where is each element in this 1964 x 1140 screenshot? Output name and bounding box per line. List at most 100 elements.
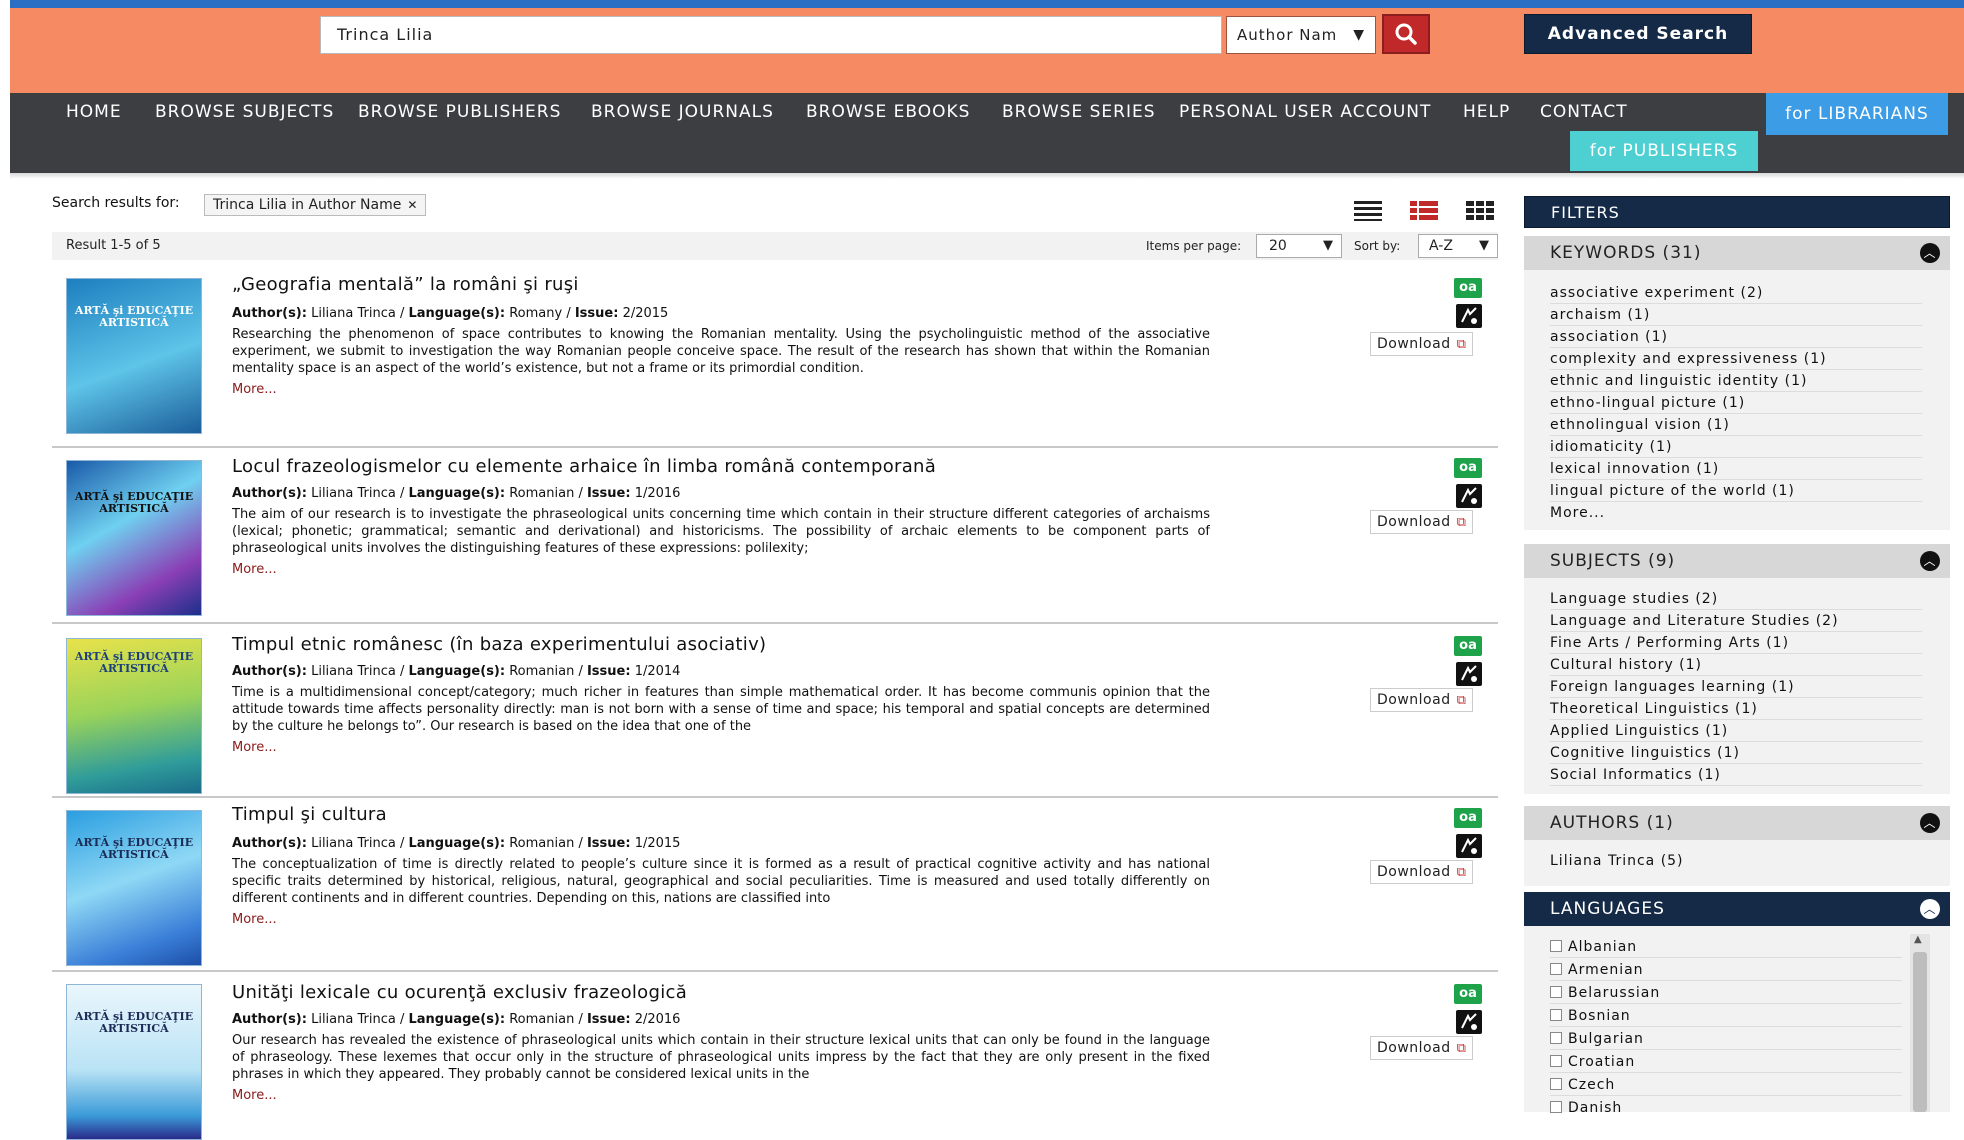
pdf-link-icon[interactable] [1456, 484, 1482, 508]
pdf-link-icon[interactable] [1456, 1010, 1482, 1034]
for-librarians-button[interactable]: for LIBRARIANS [1766, 93, 1948, 135]
more-link[interactable]: More... [232, 740, 277, 755]
keyword-facet[interactable]: ethnolingual vision (1) [1550, 414, 1922, 436]
nav-browse-subjects[interactable]: BROWSE SUBJECTS [155, 93, 334, 131]
collapse-icon[interactable]: ︿ [1920, 551, 1940, 571]
languages-panel-header[interactable]: LANGUAGES ︿ [1524, 892, 1950, 926]
for-publishers-button[interactable]: for PUBLISHERS [1570, 131, 1758, 171]
nav-personal-user-account[interactable]: PERSONAL USER ACCOUNT [1179, 93, 1431, 131]
nav-browse-ebooks[interactable]: BROWSE EBOOKS [806, 93, 970, 131]
keyword-facet[interactable]: archaism (1) [1550, 304, 1922, 326]
journal-cover-image[interactable]: ARTĂ şi EDUCAŢIE ARTISTICĂ [66, 810, 202, 966]
author-facet[interactable]: Liliana Trinca (5) [1550, 850, 1922, 872]
download-button[interactable]: Download ⧉ [1370, 860, 1474, 884]
subject-facet[interactable]: Language studies (2) [1550, 588, 1922, 610]
issue-value[interactable]: 1/2015 [635, 836, 681, 851]
grid-view-icon[interactable] [1464, 198, 1496, 226]
detail-view-icon[interactable] [1408, 198, 1440, 226]
keyword-facet[interactable]: lingual picture of the world (1) [1550, 480, 1922, 502]
keyword-facet[interactable]: association (1) [1550, 326, 1922, 348]
download-button[interactable]: Download ⧉ [1370, 688, 1474, 712]
pdf-link-icon[interactable] [1456, 304, 1482, 328]
search-type-select[interactable]: Author Nam ▼ [1226, 16, 1376, 54]
checkbox[interactable] [1550, 1101, 1562, 1113]
result-title[interactable]: Locul frazeologismelor cu elemente arhai… [232, 456, 936, 477]
author-link[interactable]: Liliana Trinca [311, 836, 396, 851]
search-button[interactable] [1382, 14, 1430, 54]
language-option[interactable]: Belarussian [1550, 982, 1902, 1004]
keyword-facet[interactable]: idiomaticity (1) [1550, 436, 1922, 458]
result-title[interactable]: Timpul şi cultura [232, 804, 387, 825]
language-option[interactable]: Albanian [1550, 936, 1902, 958]
subjects-panel-header[interactable]: SUBJECTS (9) ︿ [1524, 544, 1950, 578]
search-input[interactable]: Trinca Lilia [320, 16, 1222, 54]
remove-filter-icon[interactable]: ✕ [407, 198, 417, 212]
subject-facet[interactable]: Language and Literature Studies (2) [1550, 610, 1922, 632]
languages-scrollbar[interactable]: ▲ [1910, 934, 1930, 1112]
nav-home[interactable]: HOME [66, 93, 122, 131]
checkbox[interactable] [1550, 1009, 1562, 1021]
active-filter-chip[interactable]: Trinca Lilia in Author Name ✕ [204, 194, 427, 216]
checkbox[interactable] [1550, 986, 1562, 998]
keyword-facet[interactable]: ethnic and linguistic identity (1) [1550, 370, 1922, 392]
subject-facet[interactable]: Social Informatics (1) [1550, 764, 1922, 786]
collapse-icon[interactable]: ︿ [1920, 813, 1940, 833]
download-button[interactable]: Download ⧉ [1370, 1036, 1474, 1060]
subject-facet[interactable]: Fine Arts / Performing Arts (1) [1550, 632, 1922, 654]
nav-contact[interactable]: CONTACT [1540, 93, 1628, 131]
journal-cover-image[interactable]: ARTĂ şi EDUCAŢIE ARTISTICĂ [66, 278, 202, 434]
language-option[interactable]: Bulgarian [1550, 1028, 1902, 1050]
language-option[interactable]: Bosnian [1550, 1005, 1902, 1027]
sort-by-select[interactable]: A-Z ▼ [1418, 234, 1498, 258]
journal-cover-image[interactable]: ARTĂ şi EDUCAŢIE ARTISTICĂ [66, 638, 202, 794]
collapse-icon[interactable]: ︿ [1920, 899, 1940, 919]
nav-browse-publishers[interactable]: BROWSE PUBLISHERS [358, 93, 561, 131]
checkbox[interactable] [1550, 1032, 1562, 1044]
keyword-facet[interactable]: complexity and expressiveness (1) [1550, 348, 1922, 370]
author-link[interactable]: Liliana Trinca [311, 306, 396, 321]
download-button[interactable]: Download ⧉ [1370, 510, 1474, 534]
subject-facet[interactable]: Foreign languages learning (1) [1550, 676, 1922, 698]
journal-cover-image[interactable]: ARTĂ şi EDUCAŢIE ARTISTICĂ [66, 984, 202, 1140]
more-link[interactable]: More... [232, 912, 277, 927]
journal-cover-image[interactable]: ARTĂ şi EDUCAŢIE ARTISTICĂ [66, 460, 202, 616]
language-option[interactable]: Croatian [1550, 1051, 1902, 1073]
advanced-search-button[interactable]: Advanced Search [1524, 14, 1752, 54]
nav-browse-series[interactable]: BROWSE SERIES [1002, 93, 1156, 131]
subject-facet[interactable]: Cultural history (1) [1550, 654, 1922, 676]
checkbox[interactable] [1550, 1055, 1562, 1067]
nav-help[interactable]: HELP [1463, 93, 1510, 131]
language-option[interactable]: Armenian [1550, 959, 1902, 981]
pdf-link-icon[interactable] [1456, 662, 1482, 686]
list-view-icon[interactable] [1352, 198, 1384, 226]
result-title[interactable]: Timpul etnic românesc (în baza experimen… [232, 634, 766, 655]
language-option[interactable]: Danish [1550, 1097, 1902, 1119]
issue-value[interactable]: 1/2016 [635, 486, 681, 501]
keyword-facet[interactable]: ethno-lingual picture (1) [1550, 392, 1922, 414]
scroll-up-icon[interactable]: ▲ [1914, 934, 1922, 945]
pdf-link-icon[interactable] [1456, 834, 1482, 858]
collapse-icon[interactable]: ︿ [1920, 243, 1940, 263]
items-per-page-select[interactable]: 20 ▼ [1256, 234, 1342, 258]
subject-facet[interactable]: Applied Linguistics (1) [1550, 720, 1922, 742]
scrollbar-thumb[interactable] [1913, 952, 1927, 1112]
subject-facet[interactable]: Theoretical Linguistics (1) [1550, 698, 1922, 720]
checkbox[interactable] [1550, 940, 1562, 952]
author-link[interactable]: Liliana Trinca [311, 1012, 396, 1027]
checkbox[interactable] [1550, 963, 1562, 975]
more-link[interactable]: More... [232, 382, 277, 397]
result-title[interactable]: Unităţi lexicale cu ocurenţă exclusiv fr… [232, 982, 687, 1003]
result-title[interactable]: „Geografia mentală” la români şi ruşi [232, 274, 579, 295]
keywords-more-link[interactable]: More... [1550, 502, 1922, 524]
issue-value[interactable]: 2/2016 [635, 1012, 681, 1027]
issue-value[interactable]: 2/2015 [623, 306, 669, 321]
nav-browse-journals[interactable]: BROWSE JOURNALS [591, 93, 774, 131]
keyword-facet[interactable]: lexical innovation (1) [1550, 458, 1922, 480]
authors-panel-header[interactable]: AUTHORS (1) ︿ [1524, 806, 1950, 840]
language-option[interactable]: Czech [1550, 1074, 1902, 1096]
author-link[interactable]: Liliana Trinca [311, 664, 396, 679]
checkbox[interactable] [1550, 1078, 1562, 1090]
issue-value[interactable]: 1/2014 [635, 664, 681, 679]
more-link[interactable]: More... [232, 562, 277, 577]
keyword-facet[interactable]: associative experiment (2) [1550, 282, 1922, 304]
